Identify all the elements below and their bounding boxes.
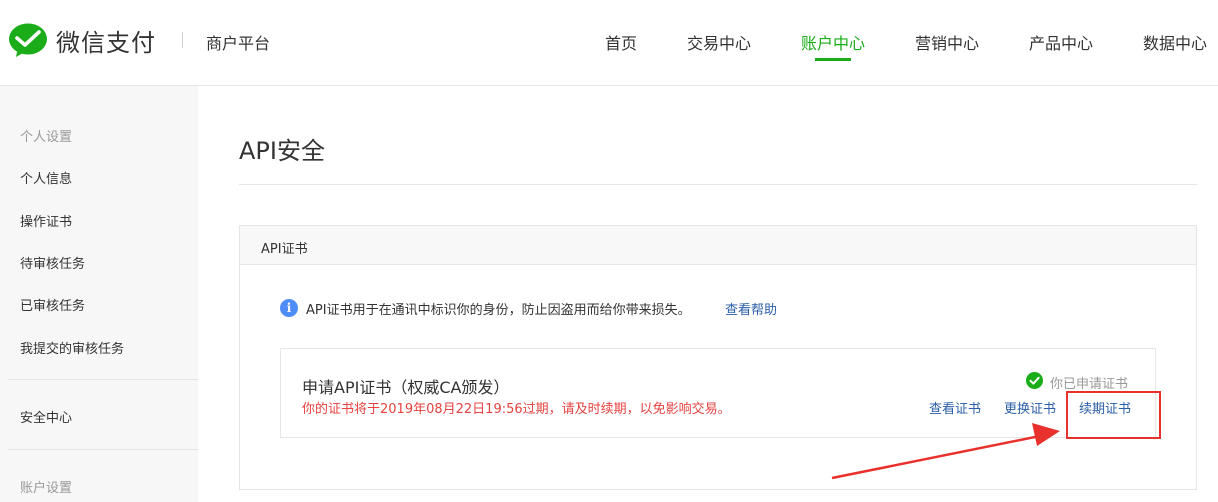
sidebar-item-reviewed[interactable]: 已审核任务 — [20, 295, 85, 314]
header-divider — [182, 32, 183, 48]
check-circle-icon — [1026, 372, 1043, 389]
nav-marketing[interactable]: 营销中心 — [915, 30, 979, 54]
cert-title: 申请API证书（权威CA颁发） — [302, 378, 510, 397]
sidebar-item-personal-info[interactable]: 个人信息 — [20, 168, 72, 187]
info-icon: i — [280, 299, 298, 317]
panel-title: API证书 — [261, 242, 308, 257]
help-link[interactable]: 查看帮助 — [725, 299, 777, 318]
cert-status: 你已申请证书 — [1050, 377, 1129, 392]
info-text: API证书用于在通讯中标识你的身份，防止因盗用而给你带来损失。 — [306, 303, 691, 318]
sidebar-item-security[interactable]: 安全中心 — [20, 407, 72, 426]
view-cert-button[interactable]: 查看证书 — [929, 398, 981, 417]
sidebar-item-operation-cert[interactable]: 操作证书 — [20, 211, 72, 230]
active-nav-indicator — [815, 58, 851, 61]
page-title: API安全 — [239, 137, 325, 165]
logo-text: 微信支付 — [56, 28, 156, 57]
nav-products[interactable]: 产品中心 — [1029, 30, 1093, 54]
sidebar-divider — [8, 449, 198, 450]
wechat-pay-logo-icon — [9, 23, 47, 57]
top-header: 微信支付 商户平台 首页 交易中心 账户中心 营销中心 产品中心 数据中心 — [0, 0, 1218, 86]
annotation-highlight-box — [1066, 391, 1161, 439]
nav-transactions[interactable]: 交易中心 — [687, 30, 751, 54]
sidebar-divider — [8, 379, 198, 380]
nav-account[interactable]: 账户中心 — [801, 30, 865, 54]
sidebar — [0, 86, 198, 502]
replace-cert-button[interactable]: 更换证书 — [1004, 398, 1056, 417]
sidebar-item-pending-review[interactable]: 待审核任务 — [20, 253, 85, 272]
nav-data[interactable]: 数据中心 — [1143, 30, 1207, 54]
logo[interactable]: 微信支付 — [8, 22, 156, 58]
sidebar-group-personal: 个人设置 — [20, 130, 73, 145]
platform-name: 商户平台 — [206, 34, 271, 53]
nav-home[interactable]: 首页 — [605, 30, 637, 54]
panel-header: API证书 — [240, 226, 1196, 265]
sidebar-item-my-submitted[interactable]: 我提交的审核任务 — [20, 338, 124, 357]
title-divider — [239, 184, 1197, 185]
cert-expiry-warning: 你的证书将于2019年08月22日19:56过期，请及时续期，以免影响交易。 — [302, 402, 731, 417]
sidebar-group-account: 账户设置 — [20, 481, 73, 496]
